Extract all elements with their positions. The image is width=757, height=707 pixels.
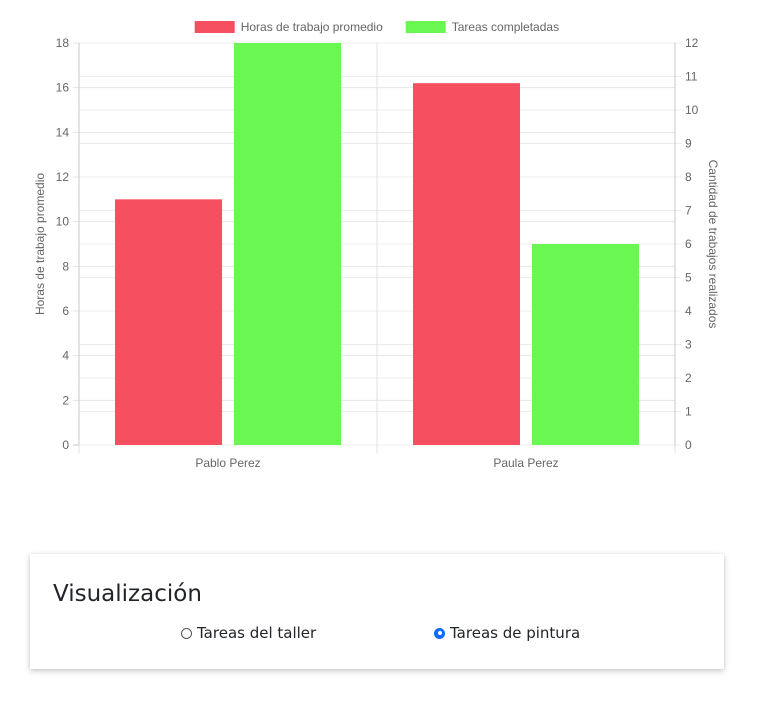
y-right-tick-label: 9 [685, 137, 692, 151]
y-left-tick-label: 2 [62, 393, 69, 407]
legend-swatch-1 [405, 21, 446, 33]
bar-0-1 [234, 43, 341, 445]
option-tareas-pintura-label: Tareas de pintura [450, 624, 581, 642]
legend-label-1: Tareas completadas [452, 20, 559, 34]
radio-tareas-taller[interactable] [181, 627, 192, 639]
bar-1-0 [413, 83, 520, 445]
y-right-tick-label: 12 [685, 36, 699, 50]
y-right-tick-label: 8 [685, 170, 692, 184]
y-left-tick-label: 0 [62, 438, 69, 452]
y-right-tick-label: 10 [685, 103, 699, 117]
y-right-axis-title: Cantidad de trabajos realizados [706, 160, 720, 329]
y-left-tick-label: 18 [56, 36, 70, 50]
option-tareas-taller[interactable]: Tareas del taller [181, 624, 316, 642]
y-right-tick-label: 5 [685, 271, 692, 285]
y-left-tick-label: 8 [62, 259, 69, 273]
y-right-tick-label: 7 [685, 204, 692, 218]
y-left-tick-label: 4 [62, 349, 69, 363]
visualization-panel: Visualización Tareas del taller Tareas d… [30, 554, 724, 669]
y-right-tick-label: 2 [685, 371, 692, 385]
y-right-tick-label: 1 [685, 405, 692, 419]
y-right-tick-label: 3 [685, 338, 692, 352]
x-tick-label: Pablo Perez [195, 456, 260, 470]
y-right-tick-label: 0 [685, 438, 692, 452]
y-right-tick-label: 11 [685, 70, 698, 84]
y-left-axis-title: Horas de trabajo promedio [33, 173, 47, 315]
bar-0-0 [115, 199, 222, 445]
radio-tareas-pintura[interactable] [434, 627, 445, 639]
y-left-tick-label: 16 [56, 81, 70, 95]
y-right-tick-label: 4 [685, 304, 692, 318]
y-left-tick-label: 12 [56, 170, 70, 184]
legend: Horas de trabajo promedio Tareas completa… [194, 20, 559, 34]
y-left-tick-label: 10 [56, 215, 70, 229]
bar-1-1 [532, 244, 639, 445]
x-tick-label: Paula Perez [493, 456, 558, 470]
legend-swatch-0 [194, 21, 235, 33]
visualization-title: Visualización [53, 581, 202, 607]
y-right-tick-label: 6 [685, 237, 692, 251]
option-tareas-pintura[interactable]: Tareas de pintura [434, 624, 580, 642]
option-tareas-taller-label: Tareas del taller [197, 624, 317, 642]
bar-chart: 0246810121416180123456789101112Pablo Per… [33, 20, 720, 470]
y-left-tick-label: 6 [62, 304, 69, 318]
legend-label-0: Horas de trabajo promedio [241, 20, 383, 34]
y-left-tick-label: 14 [56, 125, 70, 139]
